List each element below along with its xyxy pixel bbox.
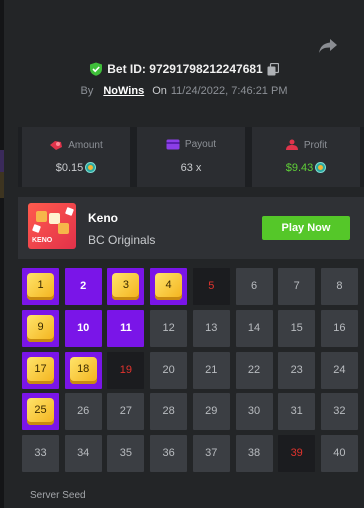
amount-value: $0.15 <box>55 162 84 174</box>
amount-label: Amount <box>68 140 103 151</box>
keno-tile: 15 <box>278 309 316 347</box>
bet-meta-line: By NoWins On 11/24/2022, 7:46:21 PM <box>4 85 364 97</box>
keno-tile: 26 <box>64 393 102 431</box>
keno-tile: 14 <box>235 309 273 347</box>
thumb-chip <box>65 207 74 216</box>
keno-tile: 37 <box>192 435 230 473</box>
keno-tile: 17 <box>22 351 59 389</box>
bet-id-line: Bet ID: 97291798212247681 <box>4 62 364 76</box>
by-label: By <box>80 85 94 97</box>
keno-tile: 1 <box>22 268 59 305</box>
bet-detail-panel: Bet ID: 97291798212247681 By NoWins On 11/2… <box>4 0 364 508</box>
keno-tile: 9 <box>22 309 59 347</box>
server-seed-label: Server Seed <box>30 490 86 501</box>
keno-tile: 29 <box>192 393 230 431</box>
amount-value-wrap: $0.15 <box>22 162 130 174</box>
payout-label: Payout <box>184 139 217 150</box>
keno-tile: 10 <box>64 309 102 347</box>
keno-tile: 11 <box>107 309 145 347</box>
keno-tile: 39 <box>278 435 316 473</box>
keno-tile: 4 <box>150 268 188 305</box>
stat-payout: Payout 63 x <box>137 127 245 187</box>
coin-icon <box>315 162 327 173</box>
gem-icon: 4 <box>155 273 183 300</box>
thumb-cell <box>58 223 69 234</box>
keno-tile: 27 <box>107 393 145 431</box>
keno-tile: 3 <box>107 268 145 305</box>
thumb-cell <box>36 211 47 222</box>
keno-tile: 24 <box>320 351 358 389</box>
keno-tile: 7 <box>278 268 316 305</box>
gem-icon: 1 <box>27 273 54 300</box>
thumb-chip <box>32 224 41 233</box>
keno-tile: 8 <box>320 268 358 305</box>
profit-value: $9.43 <box>285 162 314 174</box>
keno-tile: 21 <box>192 351 230 389</box>
keno-tile: 35 <box>107 435 145 473</box>
keno-tile: 2 <box>64 268 102 305</box>
on-label: On <box>152 85 167 97</box>
gem-icon: 18 <box>69 356 97 384</box>
profit-value-wrap: $9.43 <box>252 162 360 174</box>
stats-row: Amount $0.15 Payout 63 x Profit $9.43 <box>18 127 364 187</box>
bet-datetime: 11/24/2022, 7:46:21 PM <box>170 85 288 97</box>
game-name: Keno <box>88 211 118 225</box>
profit-icon <box>285 139 298 150</box>
keno-tile: 31 <box>278 393 316 431</box>
shield-check-icon <box>90 62 103 76</box>
stat-profit: Profit $9.43 <box>252 127 360 187</box>
bet-id: Bet ID: 97291798212247681 <box>107 62 263 76</box>
gem-icon: 9 <box>27 314 54 342</box>
keno-tile: 16 <box>320 309 358 347</box>
payout-value: 63 x <box>180 162 202 174</box>
gem-icon: 3 <box>112 273 140 300</box>
keno-tile: 19 <box>107 351 145 389</box>
play-now-button[interactable]: Play Now <box>262 216 350 240</box>
profit-label: Profit <box>303 140 328 151</box>
keno-tile: 13 <box>192 309 230 347</box>
keno-tile: 40 <box>320 435 358 473</box>
thumb-label: KENO <box>32 237 53 244</box>
keno-tile: 6 <box>235 268 273 305</box>
keno-tile: 30 <box>235 393 273 431</box>
keno-tile: 28 <box>150 393 188 431</box>
gem-icon: 25 <box>27 398 54 426</box>
gem-icon: 17 <box>27 356 54 384</box>
keno-tile: 38 <box>235 435 273 473</box>
share-icon[interactable] <box>318 38 338 54</box>
keno-tile: 22 <box>235 351 273 389</box>
keno-tile: 32 <box>320 393 358 431</box>
payout-icon <box>166 139 180 150</box>
keno-tile: 12 <box>150 309 188 347</box>
keno-tile: 20 <box>150 351 188 389</box>
keno-tile: 25 <box>22 393 59 431</box>
keno-tile: 33 <box>22 435 59 473</box>
copy-icon[interactable] <box>267 63 279 76</box>
amount-icon <box>50 141 63 150</box>
keno-tile: 5 <box>192 268 230 305</box>
keno-thumbnail[interactable]: KENO <box>28 203 76 249</box>
keno-tile: 36 <box>150 435 188 473</box>
game-provider: BC Originals <box>88 233 156 247</box>
keno-tile: 23 <box>278 351 316 389</box>
stat-amount: Amount $0.15 <box>22 127 130 187</box>
keno-tile: 18 <box>64 351 102 389</box>
coin-icon <box>85 162 97 173</box>
username-link[interactable]: NoWins <box>103 85 144 97</box>
keno-tile: 34 <box>64 435 102 473</box>
game-card: KENO Keno BC Originals Play Now <box>18 197 364 259</box>
